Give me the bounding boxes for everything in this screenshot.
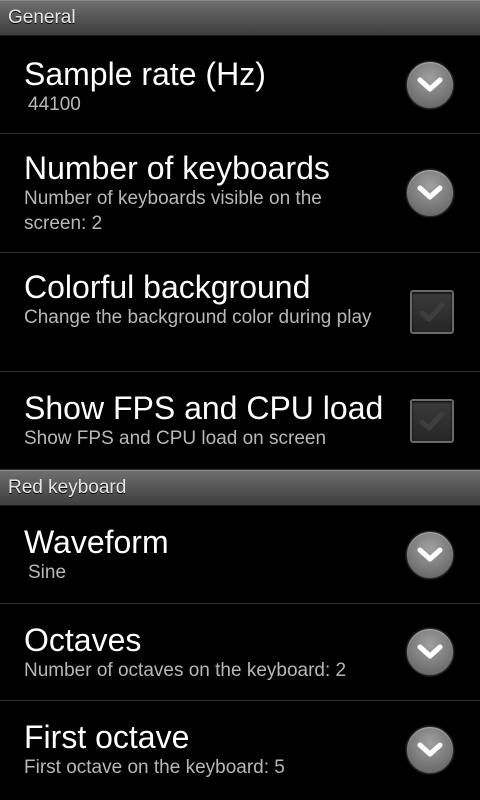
chevron-down-icon xyxy=(417,742,443,756)
pref-title: Waveform xyxy=(24,524,169,560)
pref-title: Show FPS and CPU load xyxy=(24,390,384,426)
chevron-down-icon xyxy=(417,185,443,200)
octaves-dropdown-button[interactable] xyxy=(406,628,454,676)
pref-title: Octaves xyxy=(24,622,142,658)
section-header-label: General xyxy=(8,7,76,28)
pref-summary: First octave on the keyboard: 5 xyxy=(24,757,285,778)
pref-title: First octave xyxy=(24,719,190,755)
pref-value: 44100 xyxy=(28,94,81,115)
pref-summary: Show FPS and CPU load on screen xyxy=(24,428,327,449)
first-octave-dropdown-button[interactable] xyxy=(406,725,454,774)
chevron-down-icon xyxy=(417,77,443,91)
pref-summary: Number of octaves on the keyboard: 2 xyxy=(24,660,347,681)
pref-title: Sample rate (Hz) xyxy=(24,56,266,92)
section-header-red-keyboard: Red keyboard xyxy=(0,470,480,506)
pref-sample-rate[interactable]: Sample rate (Hz) 44100 xyxy=(0,36,480,134)
pref-value: Sine xyxy=(28,562,67,583)
pref-show-fps-cpu[interactable]: Show FPS and CPU load Show FPS and CPU l… xyxy=(0,372,480,470)
waveform-dropdown-button[interactable] xyxy=(406,530,454,579)
section-header-label: Red keyboard xyxy=(8,477,127,498)
pref-title: Number of keyboards xyxy=(24,150,330,186)
show-fps-cpu-checkbox[interactable] xyxy=(410,398,454,443)
pref-number-of-keyboards[interactable]: Number of keyboards Number of keyboards … xyxy=(0,134,480,253)
chevron-down-icon xyxy=(417,644,443,659)
checkmark-icon xyxy=(419,411,445,430)
chevron-down-icon xyxy=(417,547,443,561)
sample-rate-dropdown-button[interactable] xyxy=(406,60,454,109)
pref-first-octave[interactable]: First octave First octave on the keyboar… xyxy=(0,701,480,798)
pref-octaves[interactable]: Octaves Number of octaves on the keyboar… xyxy=(0,604,480,701)
section-header-general: General xyxy=(0,0,480,36)
checkmark-icon xyxy=(419,302,445,322)
number-of-keyboards-dropdown-button[interactable] xyxy=(406,169,454,217)
pref-waveform[interactable]: Waveform Sine xyxy=(0,506,480,604)
pref-colorful-background[interactable]: Colorful background Change the backgroun… xyxy=(0,253,480,372)
pref-summary: Number of keyboards visible on the scree… xyxy=(24,188,322,234)
colorful-background-checkbox[interactable] xyxy=(410,290,454,334)
pref-summary: Change the background color during play xyxy=(24,307,372,328)
pref-title: Colorful background xyxy=(24,269,311,305)
